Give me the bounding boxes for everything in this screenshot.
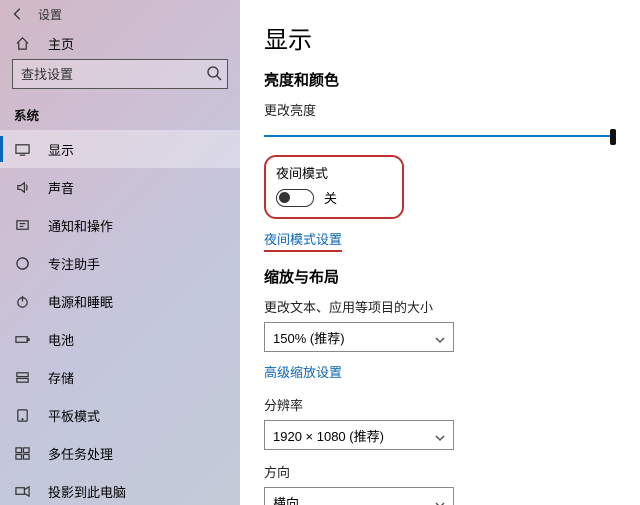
sidebar: 设置 主页 系统 显示 声音 通知 xyxy=(0,0,240,505)
sidebar-item-notifications[interactable]: 通知和操作 xyxy=(0,206,240,244)
sidebar-item-multitask[interactable]: 多任务处理 xyxy=(0,434,240,472)
orientation-label: 方向 xyxy=(264,462,616,481)
nightlight-state: 关 xyxy=(324,188,337,207)
sidebar-item-label: 多任务处理 xyxy=(48,444,113,463)
chevron-down-icon xyxy=(435,498,445,505)
project-icon xyxy=(14,484,30,499)
sidebar-item-display[interactable]: 显示 xyxy=(0,130,240,168)
advanced-scale-link[interactable]: 高级缩放设置 xyxy=(264,362,342,381)
slider-track xyxy=(264,135,616,137)
sidebar-item-label: 通知和操作 xyxy=(48,216,113,235)
nightlight-settings-link[interactable]: 夜间模式设置 xyxy=(264,229,342,252)
nightlight-highlight: 夜间模式 关 xyxy=(264,155,404,219)
sidebar-item-project[interactable]: 投影到此电脑 xyxy=(0,472,240,505)
nightlight-toggle-row: 关 xyxy=(276,188,388,207)
scale-value: 150% (推荐) xyxy=(273,328,345,347)
sidebar-item-label: 电源和睡眠 xyxy=(48,292,113,311)
section-brightness-title: 亮度和颜色 xyxy=(264,69,616,90)
brightness-label: 更改亮度 xyxy=(264,100,616,119)
sidebar-nav: 显示 声音 通知和操作 专注助手 电源和睡眠 电池 xyxy=(0,130,240,505)
orientation-value: 横向 xyxy=(273,493,299,505)
sidebar-item-label: 电池 xyxy=(48,330,74,349)
search-icon xyxy=(206,65,222,84)
sidebar-item-tablet[interactable]: 平板模式 xyxy=(0,396,240,434)
content-area: 显示 亮度和颜色 更改亮度 夜间模式 关 夜间模式设置 缩放与布局 更改文本、应… xyxy=(240,0,640,505)
back-button[interactable] xyxy=(8,4,28,24)
sidebar-item-label: 平板模式 xyxy=(48,406,100,425)
chevron-down-icon xyxy=(435,431,445,446)
sidebar-item-sound[interactable]: 声音 xyxy=(0,168,240,206)
sidebar-item-label: 显示 xyxy=(48,140,74,159)
slider-thumb[interactable] xyxy=(610,129,616,145)
sidebar-item-label: 专注助手 xyxy=(48,254,100,273)
nightlight-label: 夜间模式 xyxy=(276,163,388,182)
sidebar-item-label: 存储 xyxy=(48,368,74,387)
sound-icon xyxy=(14,180,30,195)
home-icon xyxy=(14,36,30,51)
settings-window: 设置 主页 系统 显示 声音 通知 xyxy=(0,0,640,505)
resolution-label: 分辨率 xyxy=(264,395,616,414)
app-title: 设置 xyxy=(38,6,62,23)
home-nav[interactable]: 主页 xyxy=(0,34,240,53)
sidebar-item-focus[interactable]: 专注助手 xyxy=(0,244,240,282)
search-input[interactable] xyxy=(12,59,228,89)
resolution-select[interactable]: 1920 × 1080 (推荐) xyxy=(264,420,454,450)
chevron-down-icon xyxy=(435,333,445,348)
tablet-icon xyxy=(14,408,30,423)
sidebar-group-label: 系统 xyxy=(0,99,240,130)
notifications-icon xyxy=(14,218,30,233)
sidebar-item-label: 声音 xyxy=(48,178,74,197)
sidebar-item-label: 投影到此电脑 xyxy=(48,482,126,501)
toggle-knob xyxy=(279,192,290,203)
display-icon xyxy=(14,142,30,157)
resolution-value: 1920 × 1080 (推荐) xyxy=(273,426,384,445)
page-title: 显示 xyxy=(264,20,616,55)
orientation-select[interactable]: 横向 xyxy=(264,487,454,505)
battery-icon xyxy=(14,332,30,347)
nightlight-toggle[interactable] xyxy=(276,189,314,207)
sidebar-item-power[interactable]: 电源和睡眠 xyxy=(0,282,240,320)
sidebar-item-storage[interactable]: 存储 xyxy=(0,358,240,396)
storage-icon xyxy=(14,370,30,385)
power-icon xyxy=(14,294,30,309)
sidebar-item-battery[interactable]: 电池 xyxy=(0,320,240,358)
scale-label: 更改文本、应用等项目的大小 xyxy=(264,297,616,316)
section-scale-title: 缩放与布局 xyxy=(264,266,616,287)
brightness-slider[interactable] xyxy=(264,125,616,149)
focus-icon xyxy=(14,256,30,271)
scale-select[interactable]: 150% (推荐) xyxy=(264,322,454,352)
search-wrap xyxy=(12,59,228,89)
titlebar: 设置 xyxy=(0,0,240,28)
multitask-icon xyxy=(14,446,30,461)
home-label: 主页 xyxy=(48,34,74,53)
